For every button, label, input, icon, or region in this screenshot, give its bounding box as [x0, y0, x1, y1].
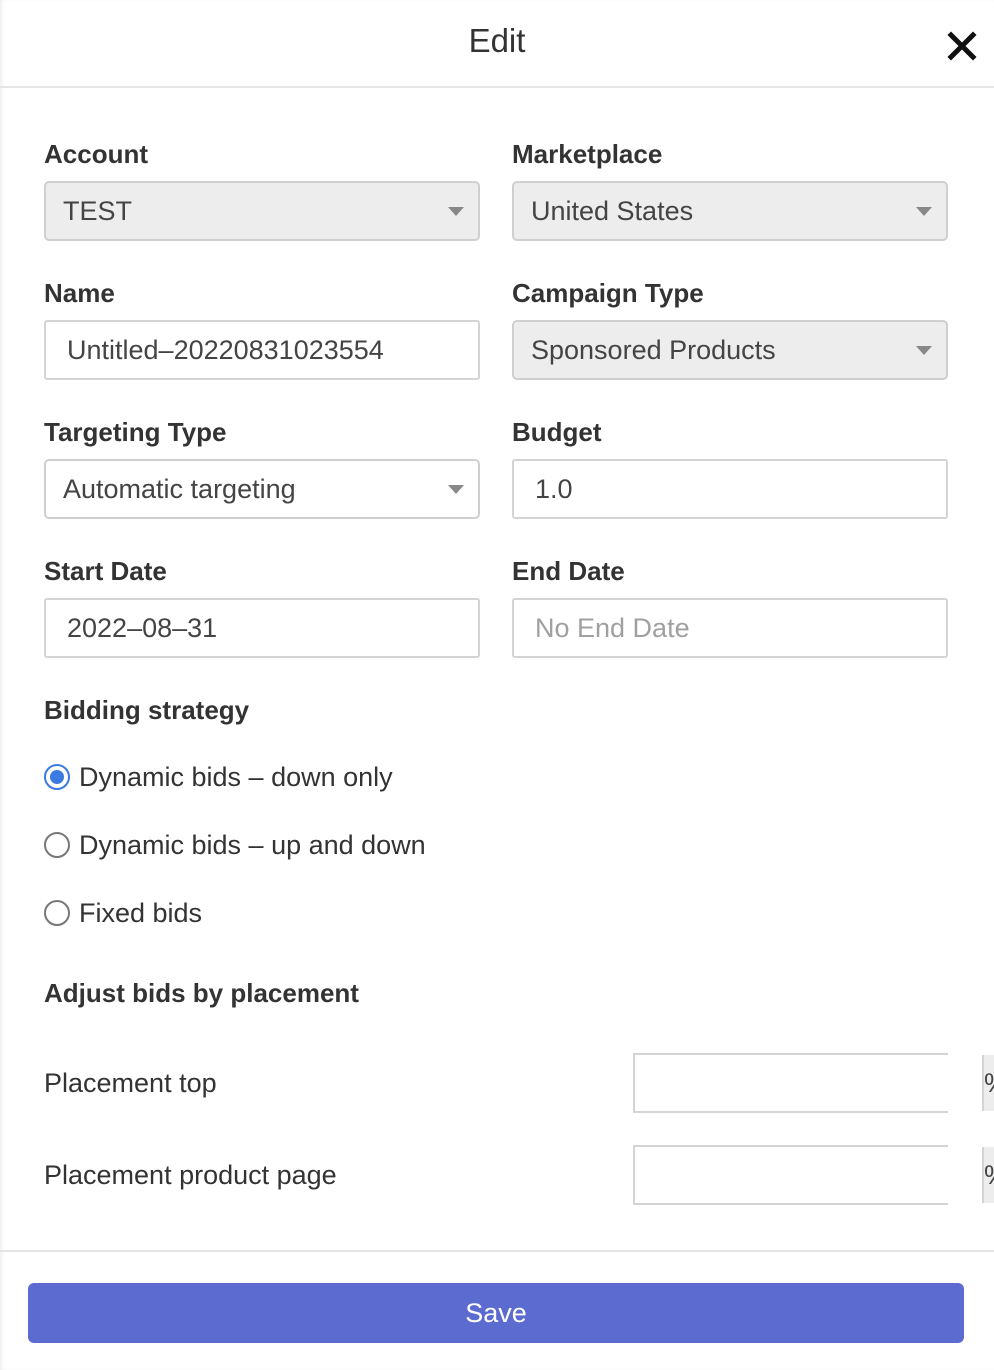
close-icon [947, 31, 977, 61]
targeting-type-select[interactable]: Automatic targeting [44, 459, 480, 519]
start-date-input[interactable]: 2022–08–31 [44, 598, 480, 658]
chevron-down-icon [448, 207, 464, 216]
radio-label: Dynamic bids – up and down [79, 829, 426, 860]
percent-addon: % [982, 1055, 994, 1111]
marketplace-select[interactable]: United States [512, 181, 948, 241]
start-date-value: 2022–08–31 [67, 612, 218, 643]
radio-fixed-bids[interactable]: Fixed bids [44, 893, 202, 933]
chevron-down-icon [448, 485, 464, 494]
start-date-label: Start Date [44, 556, 167, 586]
radio-button[interactable] [44, 900, 70, 926]
dialog-header: Edit [0, 0, 994, 88]
bidding-strategy-label: Bidding strategy [44, 695, 250, 725]
budget-value: 1.0 [535, 473, 573, 504]
name-label: Name [44, 278, 115, 308]
footer-divider [0, 1250, 994, 1252]
save-button[interactable]: Save [28, 1283, 964, 1343]
chevron-down-icon [916, 207, 932, 216]
radio-dynamic-down-only[interactable]: Dynamic bids – down only [44, 757, 393, 797]
radio-dynamic-up-and-down[interactable]: Dynamic bids – up and down [44, 825, 426, 865]
radio-button[interactable] [44, 832, 70, 858]
account-label: Account [44, 139, 148, 169]
close-button[interactable] [942, 26, 982, 66]
placement-product-page-label: Placement product page [44, 1160, 337, 1190]
placement-product-page-input[interactable] [635, 1147, 982, 1203]
name-value: Untitled–20220831023554 [67, 334, 384, 365]
account-value: TEST [63, 195, 133, 226]
radio-label: Dynamic bids – down only [79, 761, 393, 792]
campaign-type-value: Sponsored Products [531, 334, 776, 365]
marketplace-value: United States [531, 195, 694, 226]
placement-top-input[interactable] [635, 1055, 982, 1111]
radio-button-checked[interactable] [44, 764, 70, 790]
targeting-type-value: Automatic targeting [63, 473, 296, 504]
placement-top-label: Placement top [44, 1068, 217, 1098]
name-input[interactable]: Untitled–20220831023554 [44, 320, 480, 380]
account-select[interactable]: TEST [44, 181, 480, 241]
campaign-type-select[interactable]: Sponsored Products [512, 320, 948, 380]
placement-product-page-field: % [633, 1145, 994, 1205]
budget-input[interactable]: 1.0 [512, 459, 948, 519]
end-date-placeholder: No End Date [535, 612, 690, 643]
dialog-title: Edit [468, 22, 526, 59]
chevron-down-icon [916, 346, 932, 355]
campaign-type-label: Campaign Type [512, 278, 704, 308]
placement-top-field: % [633, 1053, 994, 1113]
targeting-type-label: Targeting Type [44, 417, 227, 447]
end-date-input[interactable]: No End Date [512, 598, 948, 658]
radio-label: Fixed bids [79, 897, 203, 928]
marketplace-label: Marketplace [512, 139, 663, 169]
end-date-label: End Date [512, 556, 625, 586]
percent-addon: % [982, 1147, 994, 1203]
adjust-bids-label: Adjust bids by placement [44, 978, 359, 1008]
budget-label: Budget [512, 417, 602, 447]
edit-dialog: Edit Account TEST Marketplace United Sta… [0, 0, 994, 1370]
